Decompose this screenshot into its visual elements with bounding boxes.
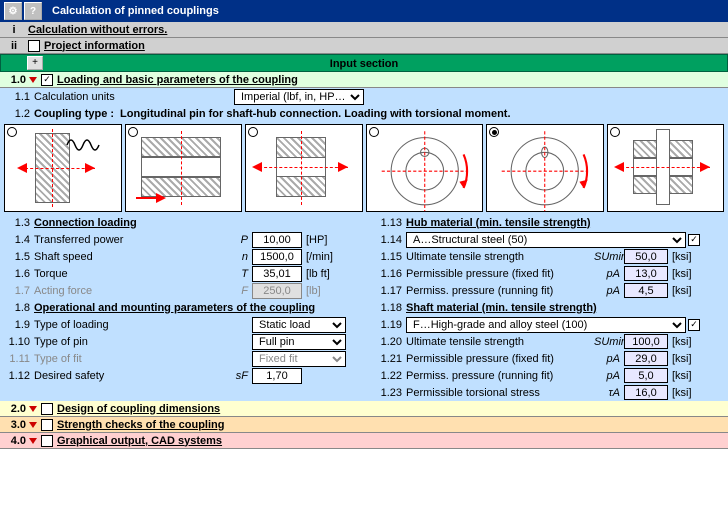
- coupling-option-5[interactable]: [486, 124, 604, 212]
- transferred-power-input[interactable]: [252, 232, 302, 248]
- sec30-checkbox[interactable]: [41, 419, 53, 431]
- status-label: Calculation without errors.: [28, 24, 167, 36]
- coupling-type-diagrams: [0, 122, 728, 214]
- coupling-option-4[interactable]: [366, 124, 484, 212]
- hub-pressure-fixed-value: 13,0: [624, 266, 668, 281]
- titlebar: ⚙ ? Calculation of pinned couplings: [0, 0, 728, 22]
- sec20-checkbox[interactable]: [41, 403, 53, 415]
- shaft-tensile-value: 100,0: [624, 334, 668, 349]
- status-row-i: i Calculation without errors.: [0, 22, 728, 38]
- desired-safety-input[interactable]: [252, 368, 302, 384]
- app-icon[interactable]: ⚙: [4, 2, 22, 20]
- shaft-pressure-running-value: 5,0: [624, 368, 668, 383]
- coupling-option-2[interactable]: [125, 124, 243, 212]
- calculation-units-select[interactable]: Imperial (lbf, in, HP…): [234, 89, 364, 105]
- shaft-material-header: Shaft material (min. tensile strength): [406, 302, 597, 314]
- section-marker-icon: [29, 406, 37, 412]
- row-coupling-type: 1.2 Coupling type : Longitudinal pin for…: [0, 105, 728, 122]
- title: Calculation of pinned couplings: [52, 5, 219, 17]
- hub-material-header: Hub material (min. tensile strength): [406, 217, 591, 229]
- section-4-0[interactable]: 4.0 Graphical output, CAD systems: [0, 433, 728, 449]
- input-section-header: + Input section: [0, 54, 728, 72]
- status-row-ii: ii Project information: [0, 38, 728, 54]
- section-3-0[interactable]: 3.0 Strength checks of the coupling: [0, 417, 728, 433]
- hub-material-checkbox[interactable]: ✓: [688, 234, 700, 246]
- connection-loading-header: Connection loading: [34, 217, 137, 229]
- status-label: Project information: [44, 40, 145, 52]
- torque-input[interactable]: [252, 266, 302, 282]
- hub-pressure-running-value: 4,5: [624, 283, 668, 298]
- coupling-option-1[interactable]: [4, 124, 122, 212]
- shaft-pressure-fixed-value: 29,0: [624, 351, 668, 366]
- shaft-material-select[interactable]: F…High-grade and alloy steel (100): [406, 317, 686, 333]
- type-of-loading-select[interactable]: Static load: [252, 317, 346, 333]
- acting-force-input: [252, 283, 302, 299]
- shaft-speed-input[interactable]: [252, 249, 302, 265]
- section-2-0[interactable]: 2.0 Design of coupling dimensions: [0, 401, 728, 417]
- coupling-option-3[interactable]: [245, 124, 363, 212]
- shaft-material-checkbox[interactable]: ✓: [688, 319, 700, 331]
- sec40-checkbox[interactable]: [41, 435, 53, 447]
- help-button[interactable]: ?: [24, 2, 42, 20]
- section-marker-icon: [29, 438, 37, 444]
- shaft-torsional-value: 16,0: [624, 385, 668, 400]
- project-info-checkbox[interactable]: [28, 40, 40, 52]
- expand-button[interactable]: +: [27, 56, 43, 70]
- operational-params-header: Operational and mounting parameters of t…: [34, 302, 315, 314]
- coupling-option-6[interactable]: [607, 124, 725, 212]
- section-marker-icon: [29, 422, 37, 428]
- section-1-0[interactable]: 1.0 ✓ Loading and basic parameters of th…: [0, 72, 728, 88]
- hub-material-select[interactable]: A…Structural steel (50): [406, 232, 686, 248]
- hub-tensile-value: 50,0: [624, 249, 668, 264]
- type-of-pin-select[interactable]: Full pin: [252, 334, 346, 350]
- type-of-fit-select: Fixed fit: [252, 351, 346, 367]
- sec10-checkbox[interactable]: ✓: [41, 74, 53, 86]
- section-marker-icon: [29, 77, 37, 83]
- row-calculation-units: 1.1 Calculation units Imperial (lbf, in,…: [0, 88, 728, 105]
